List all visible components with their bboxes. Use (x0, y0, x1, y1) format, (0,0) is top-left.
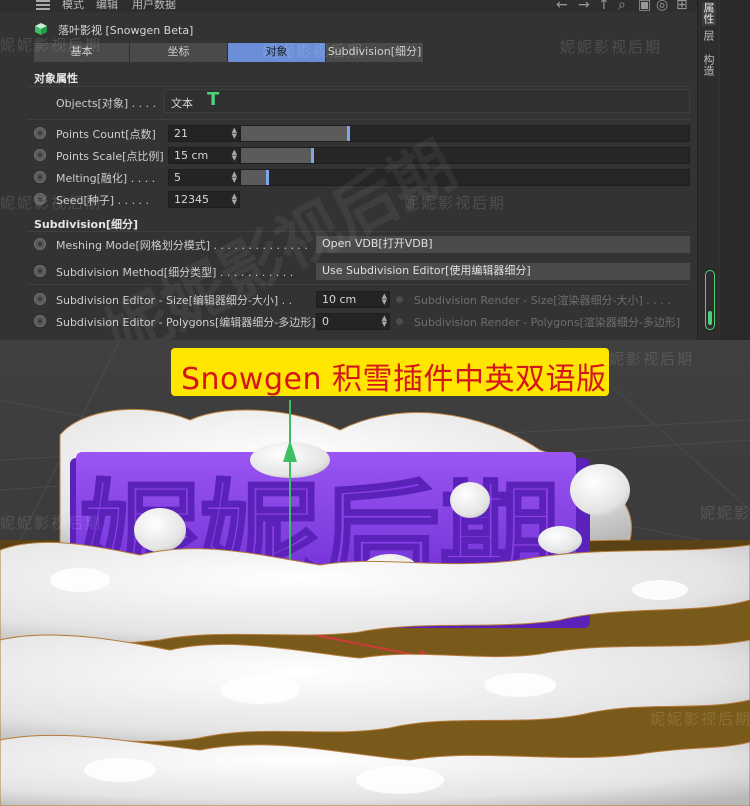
watermark: 妮妮影视后期 (0, 36, 103, 54)
animate-radio[interactable] (34, 171, 46, 183)
param-label: Melting[融化] . . . . (56, 172, 156, 185)
spinner-icon[interactable]: ▲ ▼ (232, 171, 237, 184)
param-label: Points Scale[点比例] (56, 150, 164, 163)
points-count-slider[interactable] (240, 125, 690, 142)
slider-handle[interactable] (265, 170, 269, 185)
target-icon[interactable]: ◎ (656, 0, 668, 13)
points-scale-input[interactable]: 15 cm ▲ ▼ (168, 147, 240, 164)
menu-bar: 模式 编辑 用户数据 ← → ↑ ⌕ ▣ ◎ ⊞ (0, 0, 700, 13)
tab-coord[interactable]: 坐标 (130, 43, 228, 62)
spinner-icon[interactable]: ▲ ▼ (382, 293, 387, 306)
watermark: 妮妮影视后期 (560, 38, 663, 56)
scrollbar[interactable] (705, 270, 715, 330)
param-label: Points Count[点数] (56, 128, 156, 141)
menu-userdata[interactable]: 用户数据 (132, 0, 176, 12)
animate-radio[interactable] (396, 318, 403, 325)
attribute-manager: 模式 编辑 用户数据 ← → ↑ ⌕ ▣ ◎ ⊞ 落叶影视 [Snowgen B… (0, 0, 750, 340)
banner-text: Snowgen 积雪插件中英双语版 (181, 362, 607, 397)
section-object-properties: 对象属性 (34, 72, 78, 85)
animate-radio[interactable] (34, 293, 46, 305)
objects-row: Objects[对象] . . . . 文本 T (34, 89, 694, 115)
snow-scene: 妮妮后期 (0, 340, 750, 806)
points-scale-slider[interactable] (240, 147, 690, 164)
lock-icon[interactable]: ▣ (638, 0, 651, 13)
divider (28, 86, 690, 87)
subdivision-method-dropdown[interactable]: Use Subdivision Editor[使用编辑器细分] (316, 263, 690, 280)
3d-viewport[interactable]: 妮妮后期 妮妮影视后期 妮妮影视后期 妮妮影 妮妮影视后期 (0, 340, 750, 806)
spinner-icon[interactable]: ▲ ▼ (232, 193, 237, 206)
animate-radio[interactable] (34, 149, 46, 161)
editor-size-input[interactable]: 10 cm ▲ ▼ (316, 291, 390, 308)
watermark: 妮妮影视后期 (700, 504, 750, 522)
render-size-label: Subdivision Render - Size[渲染器细分-大小] . . … (414, 294, 671, 307)
side-tab-structure[interactable]: 构造 (702, 54, 716, 80)
up-arrow-icon[interactable]: ↑ (598, 0, 610, 13)
animate-radio[interactable] (34, 265, 46, 277)
watermark: 妮妮影视后期 (0, 194, 103, 212)
slider-fill (241, 148, 313, 163)
param-value: 5 (174, 171, 181, 184)
editor-polygons-input[interactable]: 0 ▲ ▼ (316, 313, 390, 330)
param-value: 10 cm (322, 293, 357, 306)
param-value: 15 cm (174, 149, 209, 162)
text-object-icon: T (207, 89, 220, 110)
param-row-points-count: Points Count[点数] 21 ▲ ▼ (34, 124, 694, 142)
section-subdivision: Subdivision[细分] (34, 218, 138, 231)
param-value: 0 (322, 315, 329, 328)
slider-handle[interactable] (310, 148, 314, 163)
objects-label: Objects[对象] . . . . (56, 97, 157, 110)
menu-mode[interactable]: 模式 (62, 0, 84, 12)
title-banner: Snowgen 积雪插件中英双语版 (171, 348, 609, 397)
divider (28, 119, 690, 120)
spinner-icon[interactable]: ▲ ▼ (232, 149, 237, 162)
melting-input[interactable]: 5 ▲ ▼ (168, 169, 240, 186)
render-polygons-label: Subdivision Render - Polygons[渲染器细分-多边形] (414, 316, 681, 329)
menu-edit[interactable]: 编辑 (96, 0, 118, 12)
animate-radio[interactable] (34, 127, 46, 139)
points-count-input[interactable]: 21 ▲ ▼ (168, 125, 240, 142)
search-icon[interactable]: ⌕ (618, 0, 626, 13)
seed-input[interactable]: 12345 ▲ ▼ (168, 191, 240, 208)
slider-fill (241, 170, 268, 185)
forward-arrow-icon[interactable]: → (578, 0, 590, 13)
spinner-icon[interactable]: ▲ ▼ (232, 127, 237, 140)
param-value: 12345 (174, 193, 209, 206)
side-tab-layers[interactable]: 层 (702, 30, 716, 46)
back-arrow-icon[interactable]: ← (556, 0, 568, 13)
slider-fill (241, 126, 349, 141)
animate-radio[interactable] (34, 315, 46, 327)
objects-value: 文本 (171, 97, 193, 110)
animate-radio[interactable] (34, 238, 46, 250)
spinner-icon[interactable]: ▲ ▼ (382, 315, 387, 328)
side-tab-attributes[interactable]: 属性 (702, 2, 716, 26)
slider-handle[interactable] (346, 126, 350, 141)
hamburger-menu-icon[interactable] (36, 0, 50, 10)
new-panel-icon[interactable]: ⊞ (676, 0, 688, 13)
animate-radio[interactable] (396, 296, 403, 303)
watermark: 妮妮影视后期 (262, 42, 365, 60)
watermark: 妮妮影视后期 (0, 514, 103, 532)
objects-link-field[interactable]: 文本 T (164, 89, 690, 113)
panel-edge (720, 0, 750, 340)
param-value: 21 (174, 127, 188, 140)
watermark: 妮妮影视后期 (650, 710, 750, 728)
